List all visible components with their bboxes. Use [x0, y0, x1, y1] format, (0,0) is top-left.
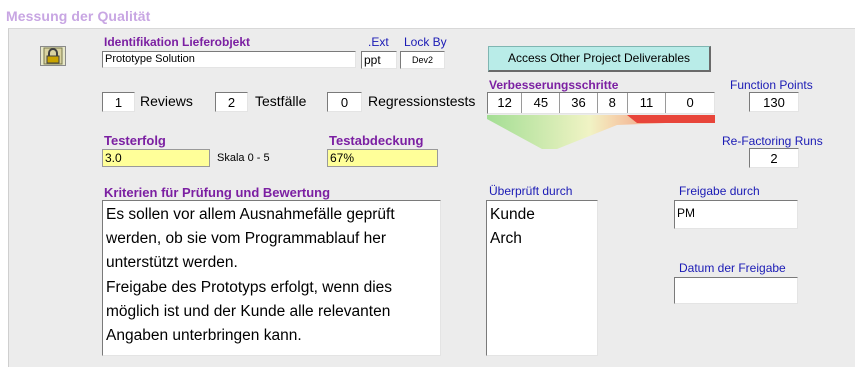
- improvement-gradient-graphic: [487, 115, 715, 149]
- padlock-icon[interactable]: [40, 46, 66, 66]
- test-coverage-label: Testabdeckung: [329, 133, 424, 148]
- reviews-label: Reviews: [140, 93, 193, 109]
- refactoring-runs-label: Re-Factoring Runs: [722, 134, 823, 148]
- regression-tests-label: Regressionstests: [368, 93, 476, 109]
- criteria-line: werden, ob sie vom Programmablauf her: [106, 230, 386, 248]
- ext-label: .Ext: [368, 35, 389, 49]
- ext-field[interactable]: ppt: [361, 51, 397, 69]
- criteria-line: Freigabe des Prototyps erfolgt, wenn die…: [106, 278, 393, 296]
- section-title: Messung der Qualität: [6, 8, 151, 24]
- access-other-deliverables-button[interactable]: Access Other Project Deliverables: [488, 46, 711, 72]
- test-cases-label: Testfälle: [255, 93, 307, 109]
- reviewed-by-label: Überprüft durch: [489, 184, 573, 198]
- criteria-line: möglich ist und der Kunde alle relevante…: [106, 302, 391, 320]
- approval-date-label: Datum der Freigabe: [679, 261, 786, 275]
- lock-by-label: Lock By: [404, 35, 447, 49]
- approval-date-field[interactable]: [674, 277, 798, 304]
- refactoring-runs-field[interactable]: 2: [749, 148, 799, 168]
- function-points-field[interactable]: 130: [749, 92, 799, 112]
- improvement-steps-label: Verbesserungsschritte: [489, 78, 619, 92]
- improvement-step-4[interactable]: 8: [597, 93, 628, 113]
- approval-field[interactable]: PM: [674, 200, 798, 229]
- lock-by-field[interactable]: Dev2: [400, 51, 445, 69]
- deliverable-id-label: Identifikation Lieferobjekt: [104, 35, 251, 49]
- criteria-line: Angaben unterbringen kann.: [106, 327, 302, 345]
- regression-count-field[interactable]: 0: [327, 92, 362, 112]
- deliverable-id-field[interactable]: Prototype Solution: [102, 51, 356, 68]
- function-points-label: Function Points: [730, 78, 813, 92]
- improvement-steps-strip: 12 45 36 8 11 0: [487, 92, 715, 114]
- test-success-field[interactable]: 3.0: [102, 149, 210, 167]
- improvement-step-5[interactable]: 11: [627, 93, 667, 113]
- reviewed-by-item[interactable]: Arch: [490, 227, 594, 251]
- test-success-scale: Skala 0 - 5: [217, 152, 270, 164]
- improvement-step-1[interactable]: 12: [488, 93, 523, 113]
- reviewed-by-item[interactable]: Kunde: [490, 203, 594, 227]
- criteria-textarea[interactable]: Es sollen vor allem Ausnahmefälle geprüf…: [102, 200, 441, 356]
- criteria-line: Es sollen vor allem Ausnahmefälle geprüf…: [106, 206, 395, 223]
- improvement-step-3[interactable]: 36: [560, 93, 598, 113]
- improvement-step-6[interactable]: 0: [666, 93, 715, 113]
- test-coverage-field[interactable]: 67%: [327, 149, 438, 167]
- test-cases-count-field[interactable]: 2: [215, 92, 248, 112]
- reviews-count-field[interactable]: 1: [102, 92, 135, 112]
- improvement-step-2[interactable]: 45: [522, 93, 561, 113]
- criteria-line: unterstützt werden.: [106, 254, 238, 272]
- criteria-label: Kriterien für Prüfung und Bewertung: [104, 185, 331, 200]
- approval-label: Freigabe durch: [679, 184, 760, 198]
- test-success-label: Testerfolg: [104, 133, 166, 148]
- reviewed-by-list[interactable]: Kunde Arch: [486, 200, 598, 356]
